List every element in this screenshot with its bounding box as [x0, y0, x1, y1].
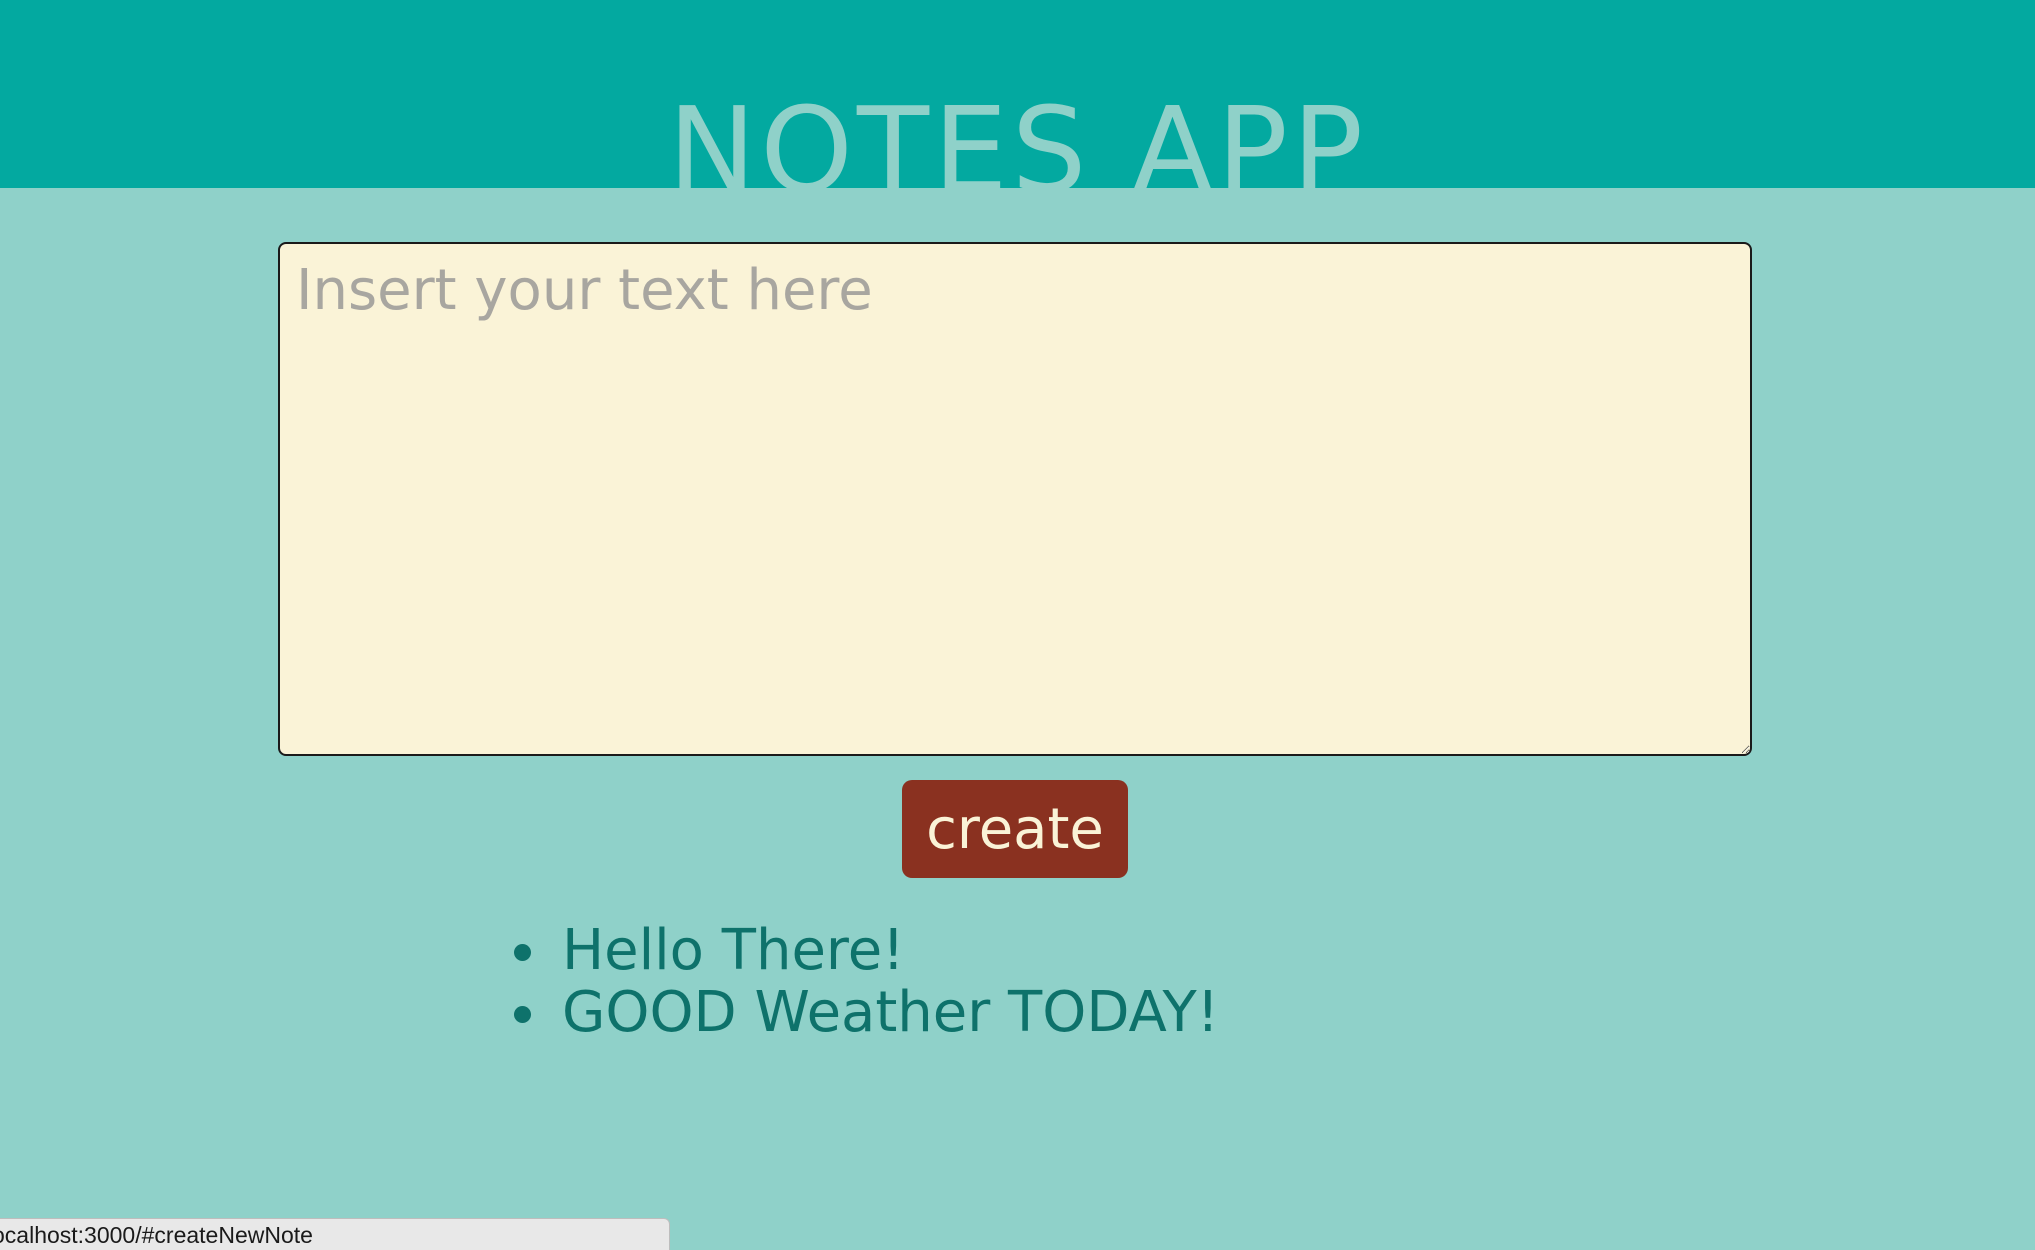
list-item: GOOD Weather TODAY! [510, 982, 1710, 1044]
note-text-input[interactable] [278, 242, 1752, 756]
notes-list: Hello There! GOOD Weather TODAY! [510, 920, 1710, 1044]
note-text: Hello There! [562, 918, 905, 983]
status-url: ocalhost:3000/#createNewNote [0, 1222, 313, 1248]
browser-status-bar: ocalhost:3000/#createNewNote [0, 1218, 670, 1250]
note-text: GOOD Weather TODAY! [562, 980, 1220, 1045]
list-item: Hello There! [510, 920, 1710, 982]
create-button[interactable]: create [902, 780, 1128, 878]
bullet-icon [514, 944, 531, 961]
bullet-icon [514, 1006, 531, 1023]
app-header: NOTES APP [0, 0, 2035, 188]
app-title: NOTES APP [667, 81, 1368, 188]
